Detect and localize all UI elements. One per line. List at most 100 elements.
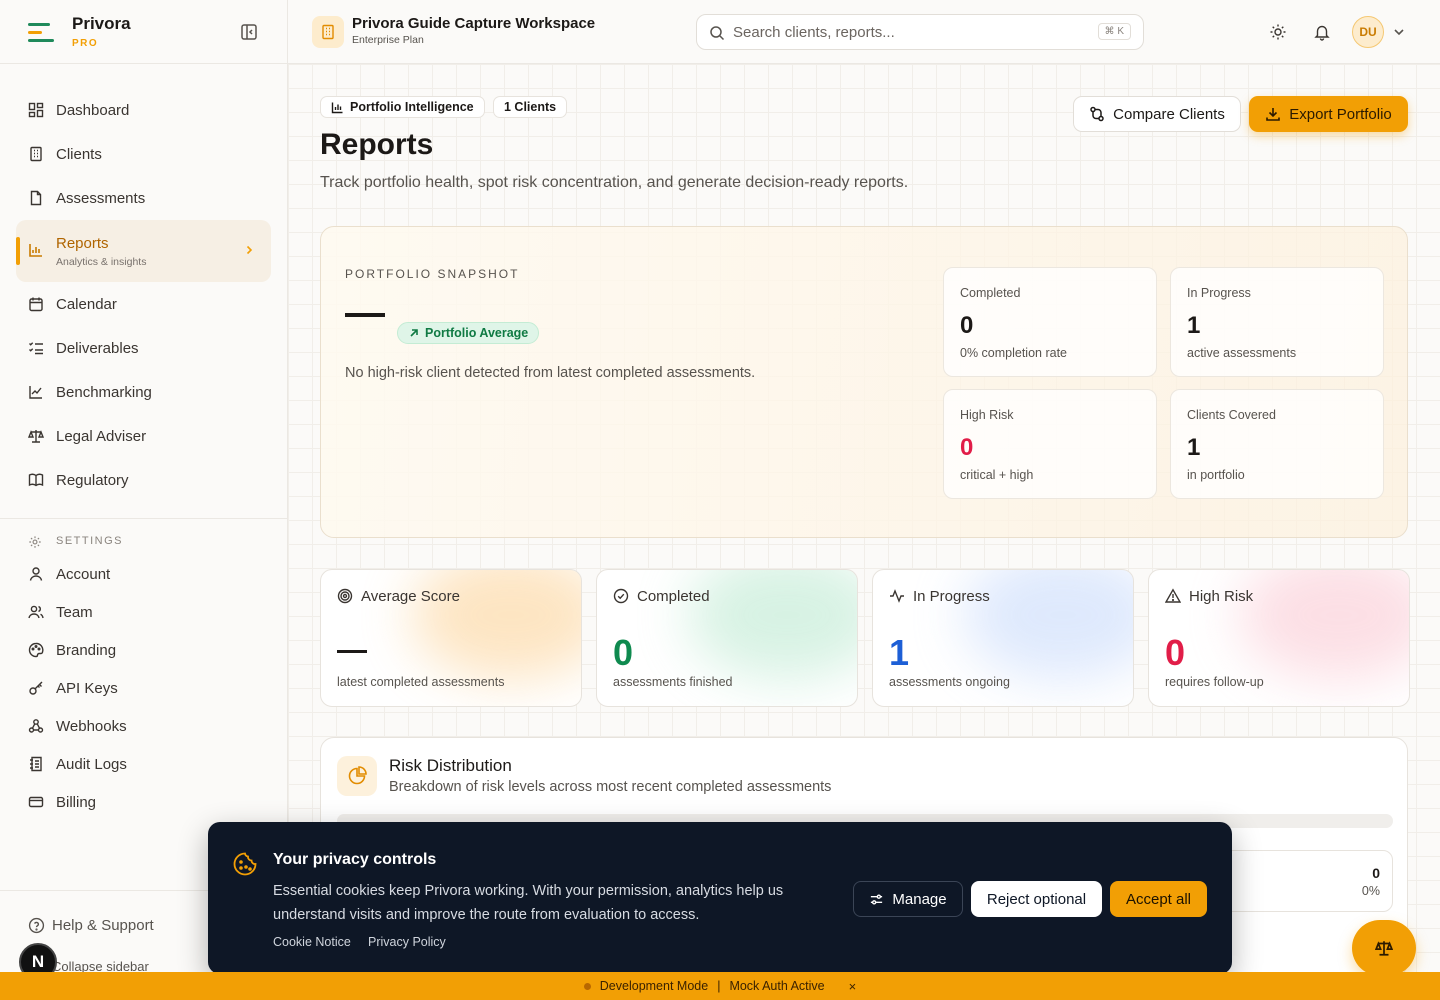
mock-auth-label: Mock Auth Active	[729, 979, 825, 993]
export-portfolio-button[interactable]: Export Portfolio	[1249, 96, 1408, 132]
sidebar-item-clients[interactable]: Clients	[0, 132, 287, 176]
palette-icon	[28, 642, 44, 658]
cookie-body: Essential cookies keep Privora working. …	[273, 883, 784, 923]
sidebar-item-account[interactable]: Account	[0, 555, 287, 593]
sidebar-item-deliverables[interactable]: Deliverables	[0, 326, 287, 370]
activity-icon	[890, 589, 904, 603]
privacy-policy-link[interactable]: Privacy Policy	[368, 935, 446, 949]
sidebar-item-team[interactable]: Team	[0, 593, 287, 631]
search-input[interactable]: Search clients, reports... ⌘ K	[696, 14, 1144, 50]
card-value: 1	[1187, 434, 1201, 461]
sidebar-item-label: Assessments	[56, 189, 146, 207]
portfolio-snapshot: PORTFOLIO SNAPSHOT Portfolio Average No …	[320, 226, 1408, 538]
export-portfolio-label: Export Portfolio	[1289, 105, 1392, 123]
stat-average-score: Average Score latest completed assessmen…	[320, 569, 582, 707]
gear-icon	[29, 536, 41, 548]
sidebar-item-webhooks[interactable]: Webhooks	[0, 707, 287, 745]
snapshot-label: PORTFOLIO SNAPSHOT	[345, 267, 520, 281]
calendar-icon	[29, 297, 43, 312]
page-title: Reports	[320, 128, 434, 161]
bell-icon[interactable]	[1313, 23, 1331, 41]
manage-cookies-button[interactable]: Manage	[853, 881, 963, 917]
workspace-title[interactable]: Privora Guide Capture Workspace	[352, 15, 595, 32]
key-icon	[29, 681, 43, 695]
settings-heading: SETTINGS	[0, 518, 287, 555]
cookie-icon	[233, 852, 257, 876]
dashboard-icon	[28, 102, 44, 118]
main-nav: Dashboard Clients Assessments Reports An…	[0, 64, 287, 502]
check-circle-icon	[613, 588, 629, 604]
card-value: 0	[960, 312, 974, 339]
card-glow	[963, 570, 1133, 680]
log-icon	[30, 756, 42, 772]
sidebar-item-api-keys[interactable]: API Keys	[0, 669, 287, 707]
close-icon[interactable]: ×	[849, 979, 857, 994]
help-support-link[interactable]: Help & Support	[52, 917, 154, 934]
card-label: High Risk	[960, 408, 1014, 422]
sidebar-item-assessments[interactable]: Assessments	[0, 176, 287, 220]
bar-chart-icon	[331, 102, 343, 113]
sun-icon[interactable]	[1269, 23, 1287, 41]
brand-tier: PRO	[72, 38, 99, 49]
sidebar-item-regulatory[interactable]: Regulatory	[0, 458, 287, 502]
badge-label: Portfolio Average	[425, 326, 529, 340]
search-shortcut: ⌘ K	[1097, 23, 1131, 40]
reject-optional-button[interactable]: Reject optional	[971, 881, 1102, 917]
sliders-icon	[871, 893, 883, 905]
sidebar-item-benchmarking[interactable]: Benchmarking	[0, 370, 287, 414]
line-chart-icon	[29, 386, 42, 399]
snapshot-note: No high-risk client detected from latest…	[345, 365, 756, 381]
sidebar-item-calendar[interactable]: Calendar	[0, 282, 287, 326]
sidebar-item-branding[interactable]: Branding	[0, 631, 287, 669]
card-sub: 0% completion rate	[960, 346, 1068, 360]
risk-title: Risk Distribution	[389, 756, 512, 775]
sidebar-item-label: Calendar	[56, 295, 117, 313]
sidebar-item-label: Branding	[56, 641, 117, 659]
card-value: 0	[960, 434, 974, 461]
chevron-right-icon	[246, 245, 253, 255]
sidebar-item-reports[interactable]: Reports Analytics & insights	[16, 220, 271, 282]
stat-value: 0	[613, 632, 634, 673]
sidebar-item-label: Regulatory	[56, 471, 129, 489]
stat-value: 0	[1165, 632, 1186, 673]
sidebar-item-billing[interactable]: Billing	[0, 783, 287, 821]
privora-logo-icon	[28, 22, 54, 42]
sidebar-item-dashboard[interactable]: Dashboard	[0, 88, 287, 132]
stat-sub: requires follow-up	[1165, 675, 1264, 689]
sidebar-item-legal-adviser[interactable]: Legal Adviser	[0, 414, 287, 458]
sidebar-item-label: Benchmarking	[56, 383, 152, 401]
avatar[interactable]: DU	[1352, 16, 1384, 48]
accept-all-button[interactable]: Accept all	[1110, 881, 1207, 917]
compare-clients-button[interactable]: Compare Clients	[1073, 96, 1241, 132]
download-icon	[1266, 108, 1281, 121]
chevron-down-icon[interactable]	[1392, 25, 1406, 39]
sidebar-item-label: Team	[56, 603, 93, 621]
snapshot-card-high-risk: High Risk 0 critical + high	[943, 389, 1157, 499]
card-sub: critical + high	[960, 468, 1034, 482]
scale-icon	[28, 430, 44, 443]
workspace-avatar	[312, 16, 344, 48]
snapshot-card-completed: Completed 0 0% completion rate	[943, 267, 1157, 377]
search-icon	[710, 26, 725, 41]
sidebar-toggle-icon[interactable]	[240, 23, 258, 41]
stat-label: Completed	[637, 588, 710, 605]
page-subtitle: Track portfolio health, spot risk concen…	[320, 174, 909, 191]
sidebar-item-sublabel: Analytics & insights	[56, 255, 147, 268]
legal-adviser-fab[interactable]	[1352, 920, 1416, 976]
pie-chart-icon	[348, 766, 367, 785]
chip-label: 1 Clients	[504, 100, 557, 114]
chip-label: Portfolio Intelligence	[350, 100, 474, 114]
sidebar-item-audit-logs[interactable]: Audit Logs	[0, 745, 287, 783]
book-icon	[28, 473, 44, 487]
cookie-notice-link[interactable]: Cookie Notice	[273, 935, 351, 949]
checklist-icon	[29, 342, 43, 355]
portfolio-average-badge: Portfolio Average	[397, 322, 540, 344]
snapshot-card-in-progress: In Progress 1 active assessments	[1170, 267, 1384, 377]
sidebar-item-label: Account	[56, 565, 111, 583]
stat-completed: Completed 0 assessments finished	[596, 569, 858, 707]
risk-subtitle: Breakdown of risk levels across most rec…	[389, 779, 832, 795]
topbar: Privora Guide Capture Workspace Enterpri…	[288, 0, 1440, 64]
user-icon	[29, 567, 43, 581]
sidebar-item-label: Webhooks	[56, 717, 127, 735]
stat-value-empty	[337, 650, 367, 653]
